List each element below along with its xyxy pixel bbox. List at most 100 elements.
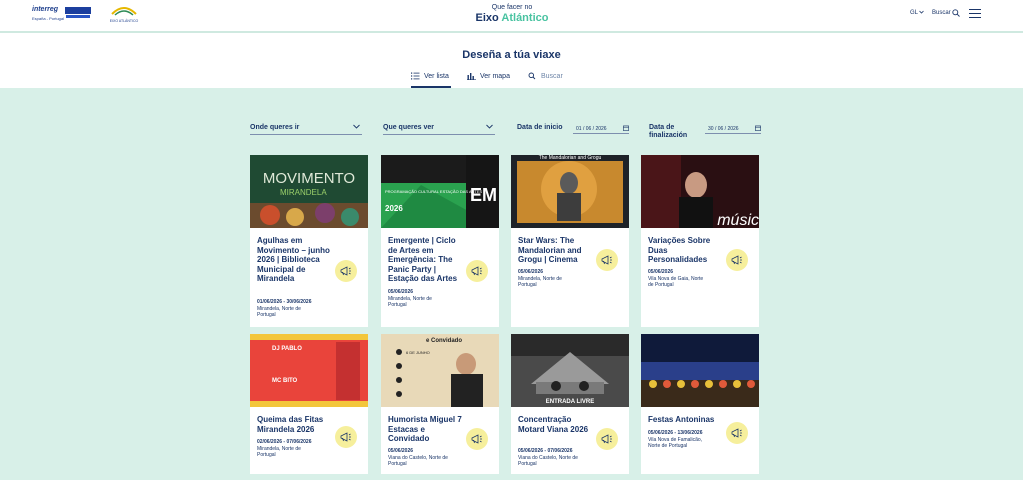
event-image-caption-2: 6 DE JUNHO bbox=[406, 350, 430, 355]
event-date: 02/06/2026 - 07/06/2026 bbox=[257, 439, 312, 445]
event-title[interactable]: Emergente | Ciclo de Artes em Emergência… bbox=[388, 236, 464, 284]
event-date: 05/06/2026 - 13/06/2026 bbox=[648, 430, 703, 436]
event-image-caption: ENTRADA LIVRE bbox=[546, 399, 594, 405]
tab-list-view[interactable]: Ver lista bbox=[411, 72, 451, 88]
event-image-caption-2: 2026 bbox=[385, 204, 403, 213]
event-image-caption: e Convidado bbox=[426, 338, 462, 344]
event-image: MOVIMENTO MIRANDELA bbox=[250, 155, 368, 228]
eixo-logo-text: EIXO ATLÁNTICO bbox=[109, 19, 139, 23]
calendar-icon[interactable] bbox=[755, 125, 761, 131]
megaphone-icon bbox=[731, 428, 742, 438]
tab-map-view[interactable]: Ver mapa bbox=[467, 72, 513, 88]
event-category-badge bbox=[726, 422, 748, 444]
megaphone-icon bbox=[601, 434, 612, 444]
event-image: DJ PABLO MC BITO bbox=[250, 334, 368, 407]
event-title[interactable]: Star Wars: The Mandalorian and Grogu | C… bbox=[518, 236, 594, 265]
search-icon bbox=[952, 9, 960, 17]
event-image-caption: MOVIMENTO bbox=[263, 170, 355, 187]
event-location: Mirandela, Norte de Portugal bbox=[257, 306, 301, 318]
end-date-label-line2: finalización bbox=[649, 132, 688, 139]
event-location: Vila Nova de Famalicão, Norte de Portuga… bbox=[648, 437, 703, 449]
end-date-label: Data de finalización bbox=[649, 124, 687, 140]
event-image: músic bbox=[641, 155, 759, 228]
megaphone-icon bbox=[471, 266, 482, 276]
chevron-down-icon bbox=[486, 124, 493, 129]
start-date-filter: Data de inicio 01 / 06 / 2026 bbox=[517, 121, 629, 135]
end-date-input[interactable]: 30 / 06 / 2026 bbox=[705, 124, 761, 134]
language-label: GL bbox=[910, 10, 918, 16]
tab-search-label: Buscar bbox=[541, 73, 563, 80]
tab-map-label: Ver mapa bbox=[480, 73, 510, 80]
megaphone-icon bbox=[340, 432, 351, 442]
interreg-logo-text: interreg bbox=[32, 6, 59, 13]
end-date-label-line1: Data de bbox=[649, 124, 675, 131]
event-card[interactable]: The Mandalorian and Grogu Star Wars: The… bbox=[511, 155, 629, 327]
event-card[interactable]: MOVIMENTO MIRANDELA Agulhas em Movimento… bbox=[250, 155, 368, 327]
list-icon bbox=[411, 72, 420, 80]
event-card[interactable]: PROGRAMAÇÃO CULTURAL ESTAÇÃO DAS ARTES 2… bbox=[381, 155, 499, 327]
header-search-label: Buscar bbox=[932, 10, 951, 16]
tab-search[interactable]: Buscar bbox=[528, 72, 568, 88]
event-image-caption-2: MIRANDELA bbox=[280, 188, 327, 197]
what-dropdown-label: Que queres ver bbox=[383, 124, 434, 131]
event-image-caption: DJ PABLO bbox=[272, 346, 302, 352]
eu-flag-stripe bbox=[66, 15, 90, 18]
menu-hamburger-icon[interactable] bbox=[969, 9, 981, 18]
where-dropdown-label: Onde queres ir bbox=[250, 124, 300, 131]
event-category-badge bbox=[466, 428, 488, 450]
event-image-caption: PROGRAMAÇÃO CULTURAL ESTAÇÃO DAS ARTES bbox=[385, 189, 483, 194]
event-title[interactable]: Concentração Motard Viana 2026 bbox=[518, 415, 594, 434]
event-date: 05/06/2026 bbox=[648, 269, 674, 275]
event-image-caption-2: MC BITO bbox=[272, 378, 298, 384]
event-category-badge bbox=[726, 249, 748, 271]
event-card[interactable]: e Convidado 6 DE JUNHO Humorista Miguel … bbox=[381, 334, 499, 474]
start-date-value: 01 / 06 / 2026 bbox=[576, 126, 607, 132]
page-title: Deseña a túa viaxe bbox=[462, 49, 561, 61]
event-date: 01/06/2026 - 30/06/2026 bbox=[257, 299, 312, 305]
chevron-down-icon bbox=[919, 10, 925, 14]
event-category-badge bbox=[596, 428, 618, 450]
what-dropdown[interactable]: Que queres ver bbox=[383, 121, 495, 135]
end-date-filter: Data de finalización 30 / 06 / 2026 bbox=[649, 121, 761, 143]
site-title-accent: Atlántico bbox=[501, 12, 549, 24]
event-title[interactable]: Humorista Miguel 7 Estacas e Convidado bbox=[388, 415, 464, 444]
event-card[interactable]: DJ PABLO MC BITO Queima das Fitas Mirand… bbox=[250, 334, 368, 474]
event-card[interactable]: ENTRADA LIVRE Concentração Motard Viana … bbox=[511, 334, 629, 474]
event-card[interactable]: Festas Antoninas 05/06/2026 - 13/06/2026… bbox=[641, 334, 759, 474]
eu-flag-icon bbox=[65, 7, 91, 14]
event-location: Vila Nova de Gaia, Norte de Portugal bbox=[648, 276, 704, 288]
site-title-eixo: Eixo bbox=[475, 12, 499, 24]
event-image: e Convidado 6 DE JUNHO bbox=[381, 334, 499, 407]
event-title[interactable]: Agulhas em Movimento – junho 2026 | Bibl… bbox=[257, 236, 333, 284]
event-image: The Mandalorian and Grogu bbox=[511, 155, 629, 228]
interreg-logo-sub: España - Portugal bbox=[32, 16, 65, 21]
event-date: 05/06/2026 bbox=[388, 448, 414, 454]
language-selector[interactable]: GL bbox=[910, 10, 925, 16]
event-image: PROGRAMAÇÃO CULTURAL ESTAÇÃO DAS ARTES 2… bbox=[381, 155, 499, 228]
calendar-icon[interactable] bbox=[623, 125, 629, 131]
interreg-logo[interactable]: interreg España - Portugal bbox=[32, 6, 94, 24]
start-date-label: Data de inicio bbox=[517, 124, 563, 131]
event-image: ENTRADA LIVRE bbox=[511, 334, 629, 407]
event-date: 05/06/2026 bbox=[518, 269, 544, 275]
event-title[interactable]: Festas Antoninas bbox=[648, 415, 724, 425]
end-date-value: 30 / 06 / 2026 bbox=[708, 126, 739, 132]
event-category-badge bbox=[596, 249, 618, 271]
header-search-button[interactable]: Buscar bbox=[932, 9, 960, 17]
view-tabs: Ver lista Ver mapa Buscar bbox=[0, 70, 1023, 88]
event-title[interactable]: Variações Sobre Duas Personalidades bbox=[648, 236, 724, 265]
event-category-badge bbox=[335, 426, 357, 448]
event-title[interactable]: Queima das Fitas Mirandela 2026 bbox=[257, 415, 333, 434]
megaphone-icon bbox=[340, 266, 351, 276]
event-location: Viana do Castelo, Norte de Portugal bbox=[518, 455, 578, 467]
site-title[interactable]: Que facer no Eixo Atlántico bbox=[460, 4, 564, 24]
start-date-input[interactable]: 01 / 06 / 2026 bbox=[573, 124, 629, 134]
event-card[interactable]: músic Variações Sobre Duas Personalidade… bbox=[641, 155, 759, 327]
event-location: Mirandela, Norte de Portugal bbox=[518, 276, 562, 288]
event-location: Mirandela, Norte de Portugal bbox=[257, 446, 301, 458]
event-location: Viana do Castelo, Norte de Portugal bbox=[388, 455, 448, 467]
event-category-badge bbox=[335, 260, 357, 282]
eixo-atlantico-logo[interactable]: EIXO ATLÁNTICO bbox=[106, 5, 142, 27]
where-dropdown[interactable]: Onde queres ir bbox=[250, 121, 362, 135]
map-icon bbox=[467, 73, 476, 80]
